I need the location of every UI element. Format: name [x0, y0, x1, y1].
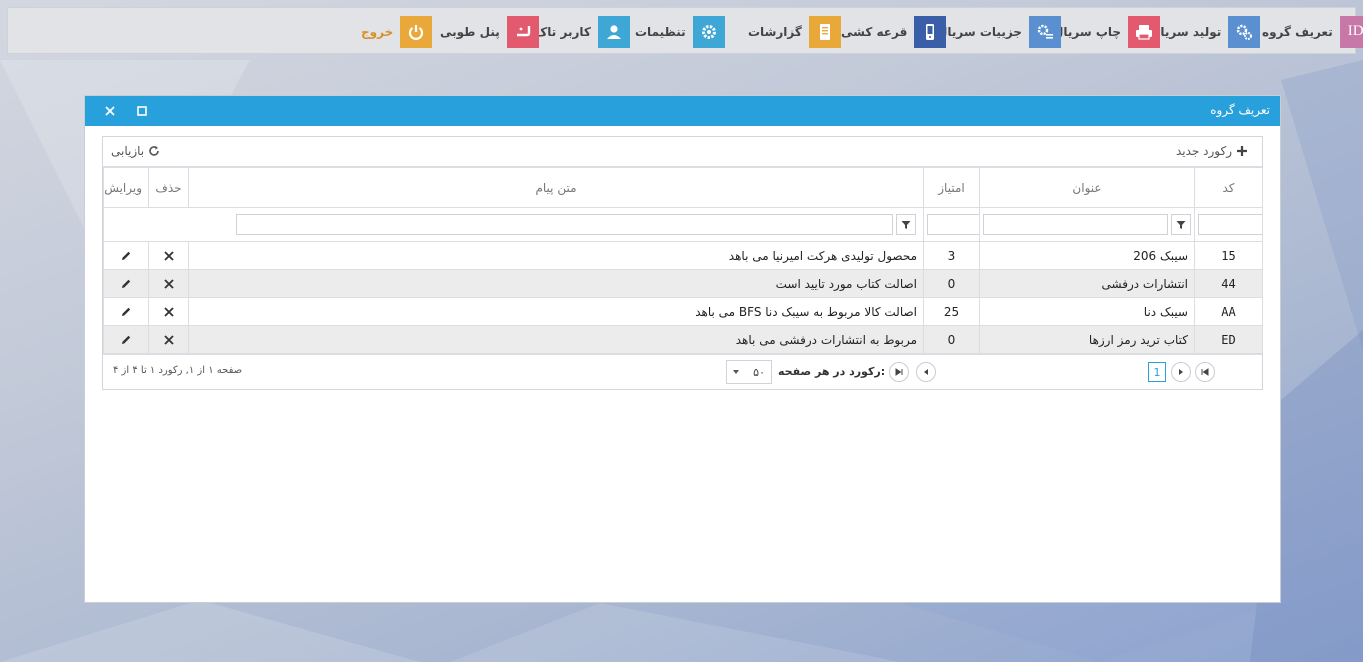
toolbar-item-user[interactable]: کاربر تاک: [535, 15, 630, 48]
toolbar-item-settings[interactable]: تنظیمات: [635, 15, 725, 48]
toolbar-label-serial-details: جزییات سریال: [937, 24, 1022, 39]
cell-message: مربوط به انتشارات درفشی می باهد: [188, 325, 924, 354]
toolbar-label-settings: تنظیمات: [635, 24, 686, 39]
gears-icon: [1228, 15, 1261, 48]
column-header-title[interactable]: عنوان: [979, 167, 1195, 208]
toolbar-label-reports: گزارشات: [748, 24, 802, 39]
new-record-label: رکورد جدید: [1175, 144, 1232, 158]
power-icon: [400, 15, 433, 48]
toolbar-label-lottery: قرعه کشی: [841, 24, 908, 39]
printer-icon: [1128, 15, 1161, 48]
column-header-score[interactable]: امتیاز: [923, 167, 980, 208]
pager-summary: صفحه ۱ از ۱, رکورد ۱ تا ۴ از ۴: [113, 365, 243, 376]
table-header-row: کد عنوان امتیاز متن پیام حذف ویرایش: [103, 167, 1263, 208]
toolbar-item-serial-print[interactable]: چاپ سریال: [1053, 15, 1161, 48]
cell-code: AA: [1194, 297, 1263, 326]
toolbar-item-serial-production[interactable]: تولید سریال: [1150, 15, 1261, 48]
toolbar-item-panel[interactable]: پنل طوبی: [440, 15, 539, 48]
toolbar-label-user: کاربر تاک: [535, 24, 591, 39]
delete-icon[interactable]: [155, 306, 182, 318]
edit-pencil-icon[interactable]: [110, 278, 142, 290]
edit-pencil-icon[interactable]: [110, 334, 142, 346]
toolbar-label-exit: خروج: [361, 24, 394, 39]
user-icon: [597, 15, 630, 48]
report-icon: [808, 15, 841, 48]
group-definition-window: تعریف گروه رکورد جدید بازیابی کد عنوان ا…: [84, 95, 1281, 603]
top-toolbar: ID تعریف گروه تولید سریال چاپ سریال جزیی…: [7, 7, 1363, 54]
cell-message: اصالت کتاب مورد تایید است: [188, 269, 924, 298]
cell-title: انتشارات درفشی: [979, 269, 1195, 298]
column-header-message[interactable]: متن پیام: [188, 167, 924, 208]
grid-toolbar: رکورد جدید بازیابی: [103, 137, 1262, 167]
next-page-icon[interactable]: [916, 362, 936, 382]
toolbar-item-reports[interactable]: گزارشات: [748, 15, 841, 48]
filter-row: [103, 207, 1263, 242]
records-table: کد عنوان امتیاز متن پیام حذف ویرایش 15 س…: [103, 167, 1263, 354]
cell-code: 15: [1194, 241, 1263, 270]
prev-page-icon[interactable]: [1171, 362, 1191, 382]
column-header-edit: ویرایش: [103, 167, 149, 208]
current-page-button[interactable]: 1: [1148, 362, 1166, 382]
toolbar-item-group[interactable]: ID تعریف گروه: [1262, 15, 1363, 48]
first-page-icon[interactable]: [1195, 362, 1215, 382]
per-page-select[interactable]: ۵۰: [726, 360, 772, 384]
cell-code: ED: [1194, 325, 1263, 354]
refresh-button[interactable]: بازیابی: [111, 144, 160, 158]
cell-score: 25: [923, 297, 980, 326]
table-row[interactable]: 44 انتشارات درفشی 0 اصالت کتاب مورد تایی…: [103, 269, 1263, 298]
gear-icon: [692, 15, 725, 48]
cell-score: 3: [923, 241, 980, 270]
refresh-label: بازیابی: [111, 144, 145, 158]
toolbar-item-exit[interactable]: خروج: [361, 15, 433, 48]
gears-list-icon: [1028, 15, 1061, 48]
table-row[interactable]: ED کتاب ترید رمز ارزها 0 مربوط به انتشار…: [103, 325, 1263, 354]
edit-pencil-icon[interactable]: [110, 250, 142, 262]
window-titlebar[interactable]: تعریف گروه: [85, 96, 1280, 126]
per-page-value: ۵۰: [753, 365, 765, 379]
column-header-code[interactable]: کد: [1194, 167, 1263, 208]
close-icon[interactable]: [103, 104, 117, 118]
delete-icon[interactable]: [155, 278, 182, 290]
delete-icon[interactable]: [155, 250, 182, 262]
delete-icon[interactable]: [155, 334, 182, 346]
column-header-delete: حذف: [148, 167, 189, 208]
filter-icon[interactable]: [896, 214, 916, 235]
cell-title: سیبک 206: [979, 241, 1195, 270]
cell-title: سیبک دنا: [979, 297, 1195, 326]
filter-icon[interactable]: [1171, 214, 1191, 235]
cell-score: 0: [923, 269, 980, 298]
plus-icon: [1237, 146, 1247, 156]
cell-message: اصالت کالا مربوط به سیبک دنا BFS می باهد: [188, 297, 924, 326]
toolbar-item-lottery[interactable]: قرعه کشی: [841, 15, 947, 48]
maximize-icon[interactable]: [135, 104, 149, 118]
panel-logo-icon: [506, 15, 539, 48]
cell-score: 0: [923, 325, 980, 354]
pager: 1 رکورد در هر صفحه: ۵۰ صفحه ۱ از ۱, رکور…: [103, 354, 1262, 388]
cell-title: کتاب ترید رمز ارزها: [979, 325, 1195, 354]
table-row[interactable]: AA سیبک دنا 25 اصالت کالا مربوط به سیبک …: [103, 297, 1263, 326]
toolbar-item-serial-details[interactable]: جزییات سریال: [937, 15, 1061, 48]
filter-input-title[interactable]: [983, 214, 1168, 235]
window-title: تعریف گروه: [1210, 103, 1270, 117]
toolbar-label-group: تعریف گروه: [1262, 24, 1333, 39]
filter-input-score[interactable]: [927, 214, 979, 235]
last-page-icon[interactable]: [889, 362, 909, 382]
data-grid: رکورد جدید بازیابی کد عنوان امتیاز متن پ…: [102, 136, 1263, 390]
id-card-icon: ID: [1339, 15, 1363, 48]
filter-input-message[interactable]: [236, 214, 893, 235]
edit-pencil-icon[interactable]: [110, 306, 142, 318]
chevron-down-icon: [733, 370, 739, 374]
refresh-icon: [149, 146, 159, 156]
toolbar-label-serial-print: چاپ سریال: [1053, 24, 1122, 39]
new-record-button[interactable]: رکورد جدید: [1176, 144, 1248, 158]
cell-code: 44: [1194, 269, 1263, 298]
per-page-label: رکورد در هر صفحه:: [778, 365, 886, 378]
toolbar-label-panel: پنل طوبی: [440, 24, 500, 39]
cell-message: محصول تولیدی هرکت امیرنیا می باهد: [188, 241, 924, 270]
mobile-icon: [914, 15, 947, 48]
filter-input-code[interactable]: [1198, 214, 1262, 235]
table-row[interactable]: 15 سیبک 206 3 محصول تولیدی هرکت امیرنیا …: [103, 241, 1263, 270]
toolbar-label-serial-production: تولید سریال: [1150, 24, 1222, 39]
